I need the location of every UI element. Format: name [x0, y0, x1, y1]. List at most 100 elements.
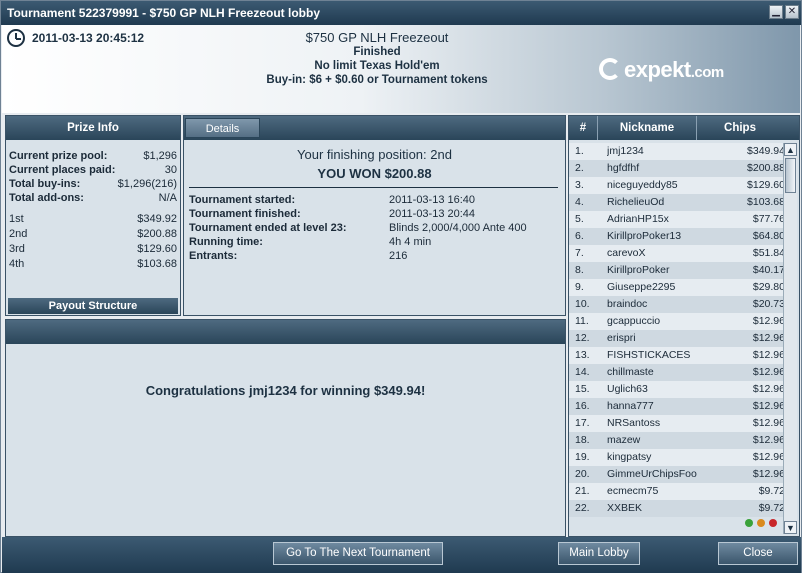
prize-info-value: $1,296	[143, 150, 177, 162]
status-dot-icon	[769, 519, 777, 527]
payout-structure-button[interactable]: Payout Structure	[8, 298, 178, 314]
row-nickname: KirillproPoker13	[607, 230, 682, 242]
details-value: Blinds 2,000/4,000 Ante 400	[389, 222, 527, 234]
leaderboard-row[interactable]: 9. Giuseppe2295 $29.80	[569, 279, 785, 296]
row-nickname: NRSantoss	[607, 417, 661, 429]
tab-details[interactable]: Details	[185, 118, 260, 138]
row-rank: 20.	[575, 468, 590, 480]
column-chips[interactable]: Chips	[697, 116, 783, 140]
main-lobby-button[interactable]: Main Lobby	[558, 542, 640, 565]
row-chips: $29.80	[752, 281, 785, 293]
details-value: 2011-03-13 20:44	[389, 208, 476, 220]
tournament-header: 2011-03-13 20:45:12 $750 GP NLH Freezeou…	[2, 25, 800, 113]
row-chips: $129.60	[747, 179, 785, 191]
row-chips: $40.17	[752, 264, 785, 276]
leaderboard-row[interactable]: 2. hgfdfhf $200.88	[569, 160, 785, 177]
leaderboard-row[interactable]: 16. hanna777 $12.96	[569, 398, 785, 415]
details-value: 4h 4 min	[389, 236, 432, 248]
prize-info-value: 30	[164, 164, 177, 176]
row-chips: $12.96	[752, 383, 785, 395]
row-nickname: XXBEK	[607, 502, 643, 514]
place-label: 4th	[9, 258, 25, 270]
row-rank: 13.	[575, 349, 590, 361]
leaderboard-row[interactable]: 13. FISHSTICKACES $12.96	[569, 347, 785, 364]
leaderboard-row[interactable]: 8. KirillproPoker $40.17	[569, 262, 785, 279]
prize-info-label: Total buy-ins:	[9, 178, 81, 190]
leaderboard-row[interactable]: 11. gcappuccio $12.96	[569, 313, 785, 330]
row-rank: 4.	[575, 196, 584, 208]
place-label: 1st	[9, 213, 24, 225]
leaderboard-row[interactable]: 20. GimmeUrChipsFoo $12.96	[569, 466, 785, 483]
current-datetime: 2011-03-13 20:45:12	[32, 31, 145, 45]
close-button[interactable]: Close	[718, 542, 798, 565]
expekt-logo: expekt.com	[599, 57, 724, 83]
place-prize: $200.88	[137, 228, 177, 240]
minimize-button[interactable]: ▁	[769, 5, 783, 19]
row-nickname: ecmecm75	[607, 485, 659, 497]
row-nickname: hgfdfhf	[607, 162, 640, 174]
leaderboard-row[interactable]: 19. kingpatsy $12.96	[569, 449, 785, 466]
leaderboard-header: # Nickname Chips	[569, 116, 799, 140]
leaderboard-row[interactable]: 3. niceguyeddy85 $129.60	[569, 177, 785, 194]
row-chips: $12.96	[752, 434, 785, 446]
window-titlebar[interactable]: Tournament 522379991 - $750 GP NLH Freez…	[1, 1, 801, 25]
place-prize: $349.92	[137, 213, 177, 225]
row-chips: $103.68	[747, 196, 785, 208]
column-rank[interactable]: #	[569, 116, 597, 140]
scroll-up-arrow-icon[interactable]: ▲	[784, 143, 797, 156]
row-rank: 8.	[575, 264, 584, 276]
row-nickname: niceguyeddy85	[607, 179, 678, 191]
leaderboard-row[interactable]: 15. Uglich63 $12.96	[569, 381, 785, 398]
window-title: Tournament 522379991 - $750 GP NLH Freez…	[7, 6, 320, 20]
place-label: 2nd	[9, 228, 28, 240]
leaderboard-row[interactable]: 5. AdrianHP15x $77.76	[569, 211, 785, 228]
row-rank: 11.	[575, 315, 589, 327]
details-label: Entrants:	[189, 250, 238, 262]
leaderboard-row[interactable]: 4. RichelieuOd $103.68	[569, 194, 785, 211]
leaderboard-row[interactable]: 17. NRSantoss $12.96	[569, 415, 785, 432]
congratulations-message: Congratulations jmj1234 for winning $349…	[145, 383, 426, 398]
row-nickname: jmj1234	[607, 145, 644, 157]
details-panel: Details Your finishing position: 2nd YOU…	[183, 115, 566, 316]
row-nickname: Giuseppe2295	[607, 281, 676, 293]
scroll-down-arrow-icon[interactable]: ▼	[784, 521, 797, 534]
leaderboard-row[interactable]: 21. ecmecm75 $9.72	[569, 483, 785, 500]
prize-info-panel: Prize Info Current prize pool: $1,296 Curr…	[5, 115, 181, 316]
row-nickname: RichelieuOd	[607, 196, 665, 208]
place-label: 3rd	[9, 243, 25, 255]
details-divider	[189, 187, 558, 188]
column-nickname[interactable]: Nickname	[597, 116, 697, 140]
prize-info-label: Current places paid:	[9, 164, 116, 176]
row-rank: 12.	[575, 332, 590, 344]
leaderboard-row[interactable]: 12. erispri $12.96	[569, 330, 785, 347]
leaderboard-scrollbar[interactable]: ▲ ▼	[783, 143, 797, 534]
tournament-status: Finished	[353, 46, 401, 58]
row-chips: $12.96	[752, 451, 785, 463]
leaderboard-row[interactable]: 7. carevoX $51.84	[569, 245, 785, 262]
leaderboard-row[interactable]: 18. mazew $12.96	[569, 432, 785, 449]
tournament-lobby-window: Tournament 522379991 - $750 GP NLH Freez…	[0, 0, 802, 573]
leaderboard-row[interactable]: 22. XXBEK $9.72	[569, 500, 785, 517]
next-tournament-button[interactable]: Go To The Next Tournament	[273, 542, 443, 565]
row-nickname: carevoX	[607, 247, 646, 259]
row-rank: 10.	[575, 298, 590, 310]
row-rank: 7.	[575, 247, 584, 259]
row-chips: $12.96	[752, 417, 785, 429]
close-window-button[interactable]: ✕	[785, 5, 799, 19]
details-label: Tournament started:	[189, 194, 296, 206]
place-prize: $129.60	[137, 243, 177, 255]
row-chips: $12.96	[752, 315, 785, 327]
prize-info-label: Total add-ons:	[9, 192, 84, 204]
row-nickname: FISHSTICKACES	[607, 349, 691, 361]
scroll-thumb[interactable]	[785, 158, 796, 193]
prize-info-title: Prize Info	[6, 116, 180, 140]
row-rank: 2.	[575, 162, 584, 174]
message-panel: Congratulations jmj1234 for winning $349…	[5, 319, 566, 537]
leaderboard-row[interactable]: 10. braindoc $20.73	[569, 296, 785, 313]
leaderboard-row[interactable]: 14. chillmaste $12.96	[569, 364, 785, 381]
row-nickname: chillmaste	[607, 366, 654, 378]
row-chips: $77.76	[752, 213, 785, 225]
leaderboard-row[interactable]: 1. jmj1234 $349.94	[569, 143, 785, 160]
leaderboard-row[interactable]: 6. KirillproPoker13 $64.80	[569, 228, 785, 245]
status-dot-icon	[757, 519, 765, 527]
